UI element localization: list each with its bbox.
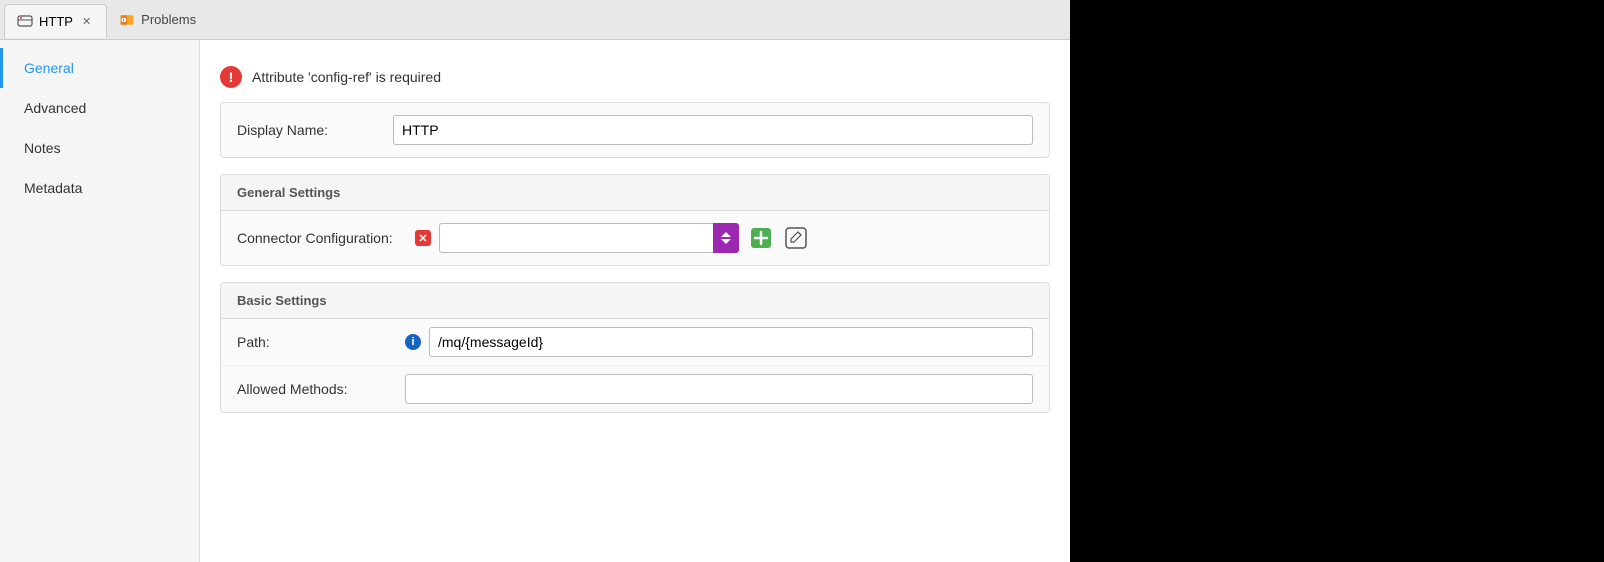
error-icon: ! (220, 66, 242, 88)
problems-tab-label: Problems (141, 12, 196, 27)
display-name-label: Display Name: (237, 122, 377, 138)
display-name-section: Display Name: (220, 102, 1050, 158)
display-name-input[interactable] (393, 115, 1033, 145)
spinner-up-arrow (721, 232, 731, 237)
error-banner: ! Attribute 'config-ref' is required (220, 56, 1050, 102)
connector-edit-button[interactable] (783, 225, 809, 251)
main-content: General Advanced Notes Metadata ! Attrib… (0, 40, 1070, 562)
sidebar-item-metadata[interactable]: Metadata (0, 168, 199, 208)
path-row: Path: i (221, 319, 1049, 366)
problems-tab-icon: ! (119, 12, 135, 28)
connector-add-button[interactable] (747, 224, 775, 252)
spinner-down-arrow (721, 239, 731, 244)
general-settings-header: General Settings (221, 175, 1049, 211)
connector-error-badge: ✕ (415, 230, 431, 246)
allowed-methods-label: Allowed Methods: (237, 381, 397, 397)
content-panel: ! Attribute 'config-ref' is required Dis… (200, 40, 1070, 562)
path-info-icon: i (405, 334, 421, 350)
connector-config-select[interactable] (439, 223, 739, 253)
http-tab-label: HTTP (39, 14, 73, 29)
tab-http[interactable]: HTTP ✕ (4, 4, 107, 38)
connector-config-row: Connector Configuration: ✕ (221, 211, 1049, 265)
path-input[interactable] (429, 327, 1033, 357)
basic-settings-header: Basic Settings (221, 283, 1049, 319)
http-tab-icon (17, 13, 33, 29)
general-settings-section: General Settings Connector Configuration… (220, 174, 1050, 266)
error-message: Attribute 'config-ref' is required (252, 69, 441, 85)
connector-select-wrapper (439, 223, 739, 253)
allowed-methods-input[interactable] (405, 374, 1033, 404)
sidebar: General Advanced Notes Metadata (0, 40, 200, 562)
basic-settings-section: Basic Settings Path: i Allowed Methods: (220, 282, 1050, 413)
connector-config-label: Connector Configuration: (237, 230, 407, 246)
tab-problems[interactable]: ! Problems (107, 6, 208, 34)
path-label: Path: (237, 334, 397, 350)
sidebar-item-general[interactable]: General (0, 48, 199, 88)
sidebar-item-notes[interactable]: Notes (0, 128, 199, 168)
tab-bar: HTTP ✕ ! Problems (0, 0, 1070, 40)
http-tab-close[interactable]: ✕ (79, 14, 94, 29)
allowed-methods-row: Allowed Methods: (221, 366, 1049, 412)
svg-text:!: ! (123, 18, 125, 25)
sidebar-item-advanced[interactable]: Advanced (0, 88, 199, 128)
connector-spinner-btn[interactable] (713, 223, 739, 253)
